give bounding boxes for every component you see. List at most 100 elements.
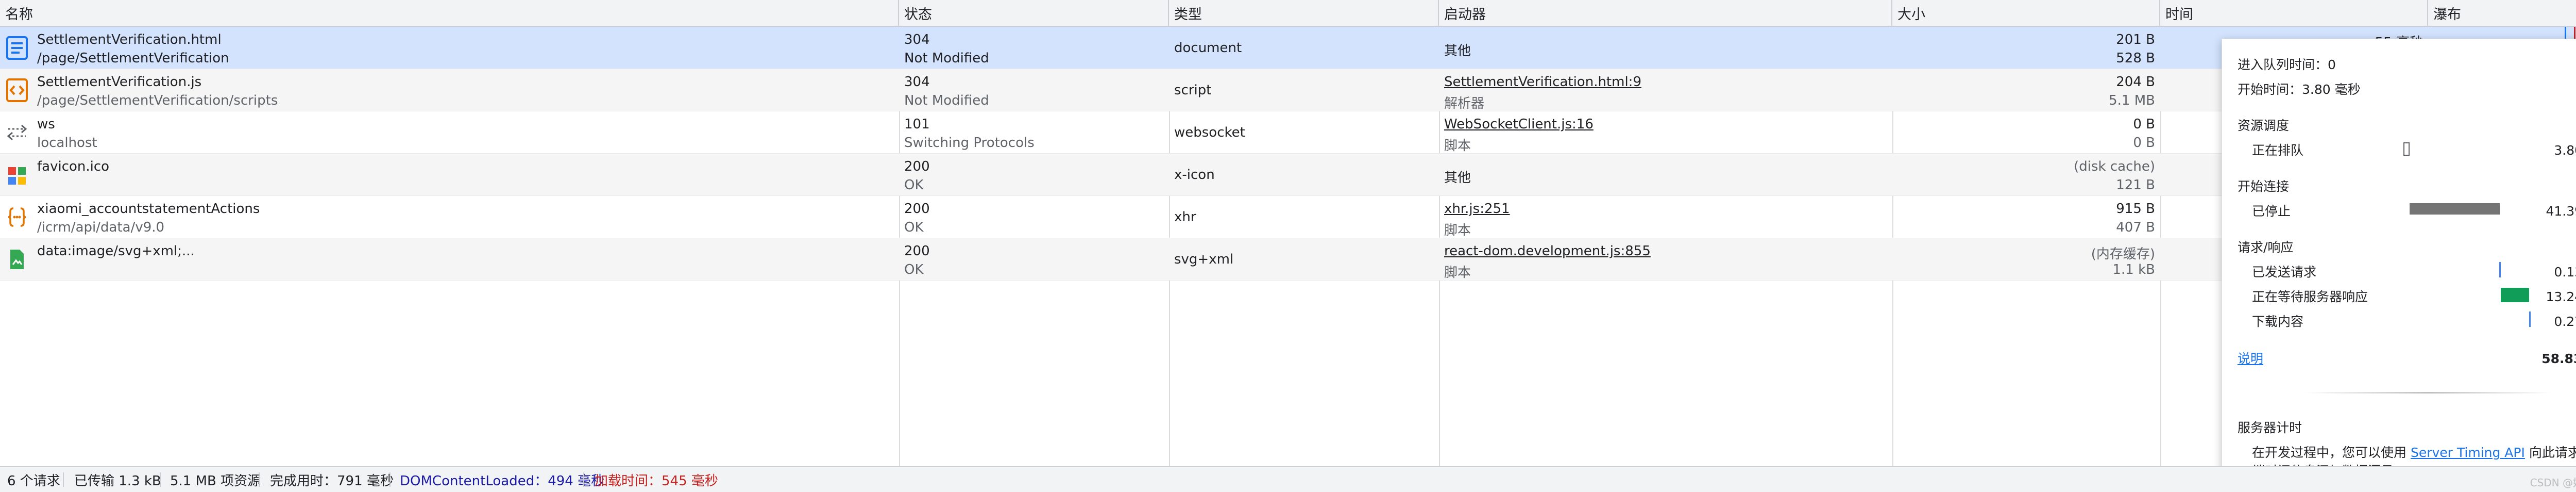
table-header: 名称 状态 类型 启动器 大小 时间 瀑布 ▲ [0, 0, 2576, 27]
request-path: /page/SettlementVerification/scripts [37, 93, 278, 108]
request-type: script [1174, 83, 1212, 98]
section-title-connection: 开始连接 [2238, 179, 2290, 194]
timing-label-queueing: 正在排队 [2252, 143, 2304, 158]
image-icon [10, 250, 24, 269]
status-separator [389, 472, 391, 487]
column-header-type-label: 类型 [1174, 6, 1202, 23]
timing-bar-stalled [2410, 203, 2500, 215]
request-name[interactable]: SettlementVerification.html [37, 32, 222, 47]
size-transferred: 201 B [2116, 32, 2155, 47]
status-code: 101 [904, 117, 930, 132]
initiator-sub: 脚本 [1444, 223, 1471, 238]
dom-content-loaded-time: DOMContentLoaded：494 毫秒 [400, 473, 605, 489]
column-header-status-label: 状态 [904, 6, 932, 23]
column-header-initiator[interactable]: 启动器 [1439, 0, 1892, 26]
timing-label-request-sent: 已发送请求 [2252, 265, 2317, 280]
column-header-time[interactable]: 时间 [2160, 0, 2428, 26]
server-timing-text: 向此请求的服务器 [2529, 445, 2576, 460]
explanation-link[interactable]: 说明 [2238, 349, 2263, 367]
size-resource: 121 B [2116, 177, 2155, 193]
status-code: 304 [904, 32, 930, 47]
size-resource: 1.1 kB [2112, 262, 2155, 277]
column-header-time-label: 时间 [2165, 6, 2193, 23]
size-resource: 0 B [2133, 135, 2155, 151]
request-type: xhr [1174, 209, 1196, 225]
initiator-sub: 脚本 [1444, 265, 1471, 281]
status-bar: 6 个请求 已传输 1.3 kB 5.1 MB 项资源 完成用时：791 毫秒 … [0, 466, 2576, 492]
timing-label-stalled: 已停止 [2252, 204, 2291, 219]
network-panel: 名称 状态 类型 启动器 大小 时间 瀑布 ▲ SettlementVerifi… [0, 0, 2576, 492]
initiator-link[interactable]: react-dom.development.js:855 [1444, 243, 1651, 259]
favicon-icon [8, 167, 26, 185]
total-duration: 58.83 毫秒 [2541, 351, 2576, 366]
timing-bar-content-download [2529, 311, 2531, 327]
status-separator [160, 472, 161, 487]
request-path: /icrm/api/data/v9.0 [37, 220, 165, 235]
request-name[interactable]: xiaomi_accountstatementActions [37, 201, 260, 217]
load-time: 加载时间：545 毫秒 [595, 473, 718, 489]
column-header-waterfall-label: 瀑布 [2433, 6, 2461, 23]
column-header-waterfall[interactable]: 瀑布 ▲ [2428, 0, 2576, 26]
initiator-link[interactable]: WebSocketClient.js:16 [1444, 117, 1594, 132]
status-text: Switching Protocols [904, 135, 1035, 151]
status-separator [583, 472, 584, 487]
request-name[interactable]: ws [37, 117, 55, 132]
xhr-braces-icon [8, 207, 26, 227]
timing-value-waiting-ttfb: 13.24 毫秒 [2546, 289, 2576, 304]
timing-label-waiting-ttfb: 正在等待服务器响应 [2252, 289, 2368, 304]
column-header-name-label: 名称 [5, 6, 33, 23]
timing-value-content-download: 0.27 毫秒 [2554, 314, 2576, 329]
server-timing-description: 在开发过程中，您可以使用 Server Timing API 向此请求的服务器 [2252, 442, 2576, 461]
size-resource: 528 B [2116, 51, 2155, 66]
size-resource: 407 B [2116, 220, 2155, 235]
table-row[interactable]: ws localhost 101 Switching Protocols web… [0, 111, 2576, 154]
initiator: 其他 [1444, 43, 1471, 59]
table-row[interactable]: data:image/svg+xml;... 200 OK svg+xml re… [0, 238, 2576, 281]
table-row[interactable]: SettlementVerification.html /page/Settle… [0, 27, 2576, 69]
server-timing-text: 在开发过程中，您可以使用 [2252, 445, 2407, 460]
request-type: websocket [1174, 125, 1245, 140]
finish-time: 完成用时：791 毫秒 [270, 473, 394, 489]
table-row[interactable]: favicon.ico 200 OK x-icon 其他 (disk cache… [0, 154, 2576, 196]
document-icon [6, 36, 28, 60]
status-separator [63, 472, 64, 487]
status-text: Not Modified [904, 93, 989, 108]
column-header-size[interactable]: 大小 [1892, 0, 2160, 26]
transferred-size: 已传输 1.3 kB [74, 473, 161, 489]
initiator-link[interactable]: xhr.js:251 [1444, 201, 1510, 217]
script-icon [6, 78, 28, 102]
timing-tooltip: 进入队列时间：0 开始时间：3.80 毫秒 资源调度 时长 正在排队 3.80 … [2222, 39, 2576, 483]
column-header-size-label: 大小 [1897, 6, 1925, 23]
status-text: OK [904, 220, 924, 235]
timing-label-content-download: 下载内容 [2252, 314, 2304, 329]
initiator-sub: 脚本 [1444, 138, 1471, 154]
resources-size: 5.1 MB 项资源 [170, 473, 261, 489]
server-timing-api-link[interactable]: Server Timing API [2411, 445, 2525, 460]
request-name[interactable]: SettlementVerification.js [37, 74, 201, 90]
started-at: 开始时间：3.80 毫秒 [2238, 82, 2361, 97]
queued-at: 进入队列时间：0 [2238, 57, 2336, 72]
request-path: localhost [37, 135, 97, 151]
status-code: 200 [904, 159, 930, 174]
column-header-type[interactable]: 类型 [1169, 0, 1439, 26]
table-row[interactable]: xiaomi_accountstatementActions /icrm/api… [0, 196, 2576, 238]
section-title-request-response: 请求/响应 [2238, 240, 2294, 255]
timing-value-queueing: 3.80 毫秒 [2554, 143, 2576, 158]
timing-bar-queueing [2403, 142, 2410, 156]
request-name[interactable]: favicon.ico [37, 159, 109, 174]
status-separator [259, 472, 260, 487]
table-row[interactable]: SettlementVerification.js /page/Settleme… [0, 69, 2576, 111]
websocket-arrows-icon [7, 124, 27, 141]
section-title-scheduling: 资源调度 [2238, 118, 2290, 133]
timing-bar-request-sent [2499, 262, 2501, 277]
column-header-status[interactable]: 状态 [899, 0, 1169, 26]
initiator-link[interactable]: SettlementVerification.html:9 [1444, 74, 1641, 90]
size-transferred: (disk cache) [2074, 159, 2155, 174]
status-text: OK [904, 262, 924, 277]
timing-value-stalled: 41.39 毫秒 [2546, 204, 2576, 219]
size-resource: 5.1 MB [2109, 93, 2155, 108]
request-name[interactable]: data:image/svg+xml;... [37, 243, 195, 259]
request-path: /page/SettlementVerification [37, 51, 229, 66]
column-header-name[interactable]: 名称 [0, 0, 899, 26]
request-count: 6 个请求 [7, 473, 60, 489]
